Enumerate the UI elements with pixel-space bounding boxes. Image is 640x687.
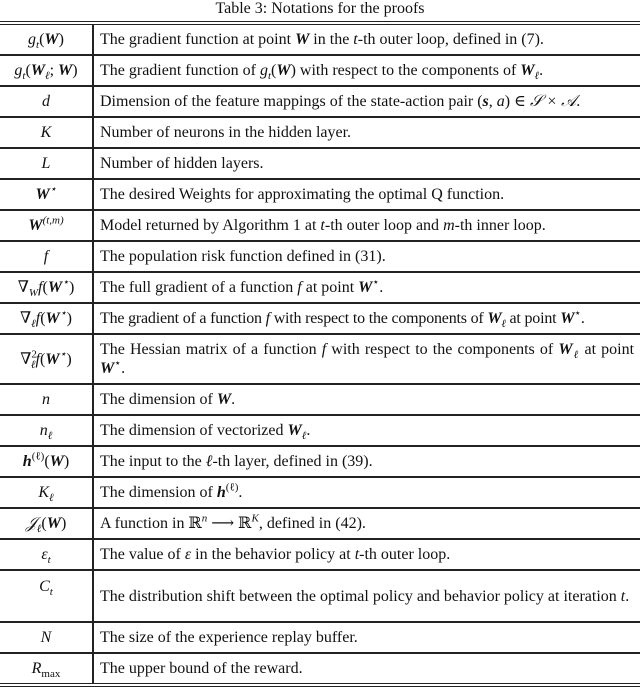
symbol-cell: f [0,240,94,272]
description-cell: The population risk function defined in … [93,240,640,272]
table-row: W(t,m) Model returned by Algorithm 1 at … [0,209,640,241]
description-cell: The input to the ℓ-th layer, defined in … [93,445,640,477]
table-row: f The population risk function defined i… [0,240,640,272]
description-cell: The dimension of vectorized Wℓ. [93,414,640,446]
table-row: N The size of the experience replay buff… [0,621,640,653]
description-cell: The gradient of a function f with respec… [93,302,640,334]
symbol-cell: Kℓ [0,476,94,508]
symbol-cell: gt(Wℓ; W) [0,54,94,86]
symbol-cell: n [0,383,94,415]
symbol-cell: W⋆ [0,178,94,210]
table-row: ∇Wf(W⋆) The full gradient of a function … [0,271,640,303]
symbol-cell: N [0,621,94,653]
table-caption: Table 3: Notations for the proofs [215,0,425,17]
table-row: W⋆ The desired Weights for approximating… [0,178,640,210]
table-row: 𝒥ℓ(W) A function in ℝn ⟶ ℝK, defined in … [0,507,640,539]
table-row: εt The value of ε in the behavior policy… [0,538,640,570]
description-cell: Number of neurons in the hidden layer. [93,116,640,148]
description-cell: The Hessian matrix of a function f with … [93,333,640,384]
symbol-cell: d [0,85,94,117]
table-row: ∇2ℓf(W⋆) The Hessian matrix of a functio… [0,333,640,384]
description-cell: Number of hidden layers. [93,147,640,179]
description-cell: The gradient function at point W in the … [100,31,544,48]
symbol-cell: W(t,m) [0,209,94,241]
description-cell: The upper bound of the reward. [93,652,640,685]
description-cell: The distribution shift between the optim… [93,569,640,622]
symbol-cell: ∇2ℓf(W⋆) [0,333,94,384]
symbol-cell: gt(W) [0,23,94,55]
symbol-cell: εt [0,538,94,570]
description-cell: The full gradient of a function f at poi… [93,271,640,303]
table-row: Rmax The upper bound of the reward. [0,652,640,685]
description-cell: Dimension of the feature mappings of the… [93,85,640,117]
symbol-cell: h(ℓ)(W) [0,445,94,477]
description-cell: The gradient function of gt(W) with resp… [93,54,640,86]
description-cell: A function in ℝn ⟶ ℝK, defined in (42). [93,507,640,539]
table-row: L Number of hidden layers. [0,147,640,179]
symbol-cell: ∇ℓf(W⋆) [0,302,94,334]
symbol-cell: K [0,116,94,148]
table-row: K Number of neurons in the hidden layer. [0,116,640,148]
symbol-cell: Ct [0,569,94,622]
symbol-cell: ∇Wf(W⋆) [0,271,94,303]
symbol-cell: 𝒥ℓ(W) [0,507,94,539]
table-row: d Dimension of the feature mappings of t… [0,85,640,117]
table-row: nℓ The dimension of vectorized Wℓ. [0,414,640,446]
table-row: gt(W) The gradient function at point W i… [0,23,640,55]
description-cell: The desired Weights for approximating th… [93,178,640,210]
description-cell: Model returned by Algorithm 1 at t-th ou… [93,209,640,241]
description-cell: The size of the experience replay buffer… [93,621,640,653]
notation-table: gt(W) The gradient function at point W i… [0,21,640,687]
description-cell: The dimension of W. [93,383,640,415]
table-row: ∇ℓf(W⋆) The gradient of a function f wit… [0,302,640,334]
table-row: n The dimension of W. [0,383,640,415]
description-cell: The value of ε in the behavior policy at… [93,538,640,570]
table-row: gt(Wℓ; W) The gradient function of gt(W)… [0,54,640,86]
table-row: Ct The distribution shift between the op… [0,569,640,622]
description-cell: The dimension of h(ℓ). [93,476,640,508]
symbol-cell: nℓ [0,414,94,446]
table-row: h(ℓ)(W) The input to the ℓ-th layer, def… [0,445,640,477]
symbol-cell: Rmax [0,652,94,685]
table-row: Kℓ The dimension of h(ℓ). [0,476,640,508]
symbol-cell: L [0,147,94,179]
